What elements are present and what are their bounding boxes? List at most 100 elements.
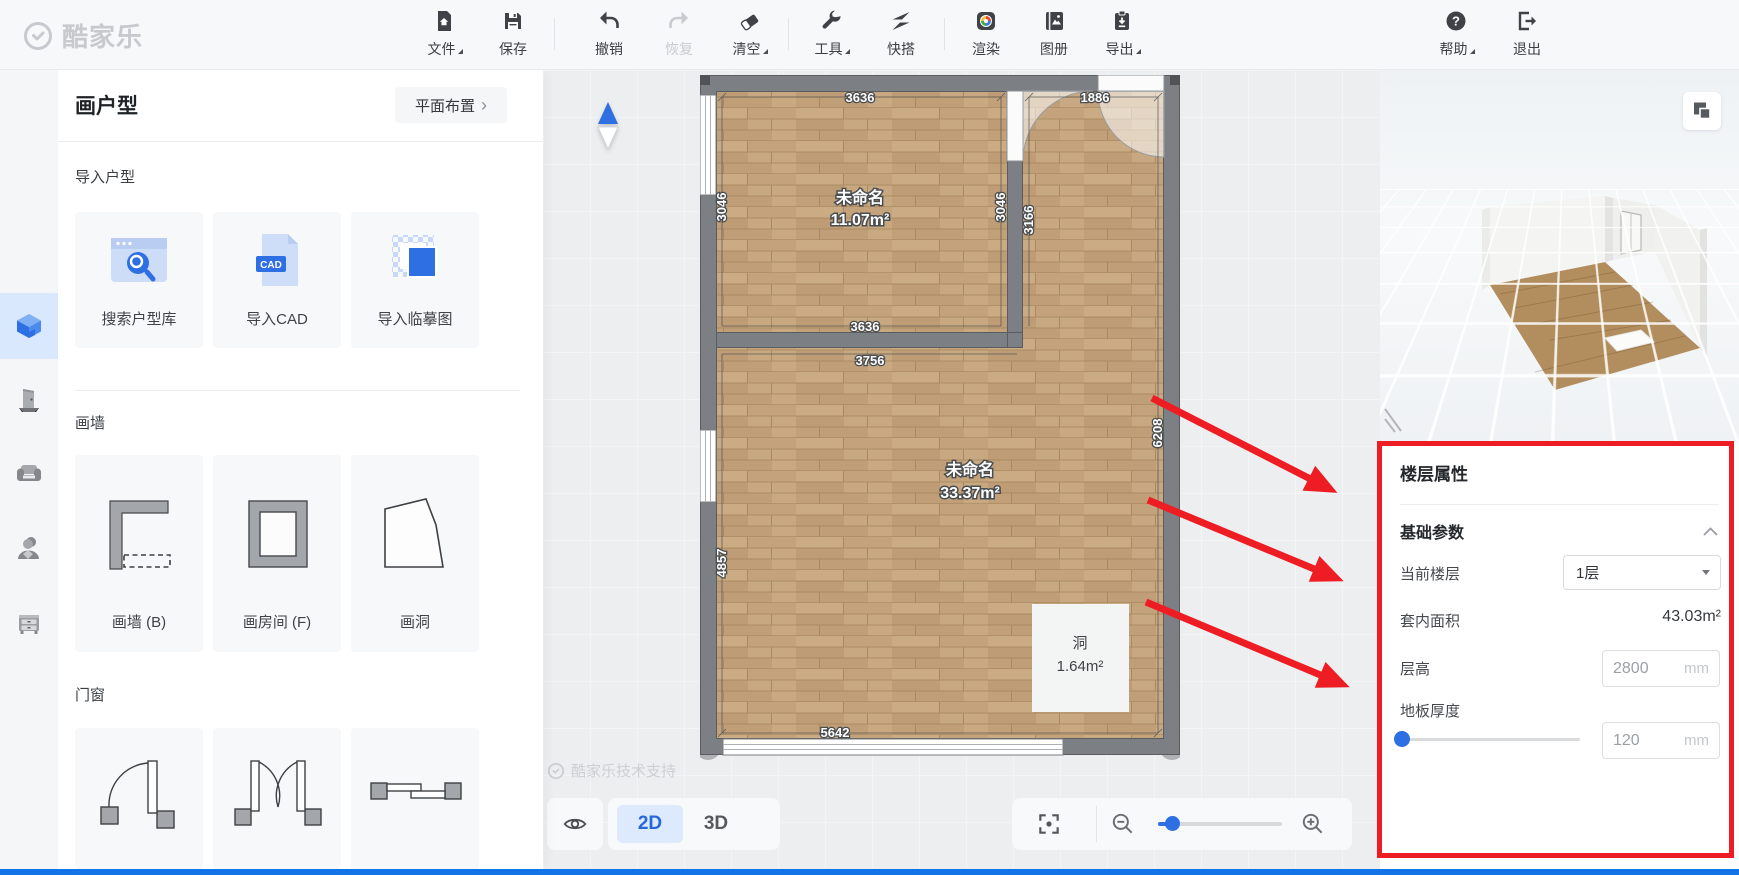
divider [58,141,543,142]
redo-button[interactable]: 恢复 [650,9,708,59]
tools-button[interactable]: 工具 [802,9,860,59]
floor-thickness-slider-track[interactable] [1398,738,1580,741]
floor-height-input[interactable] [1613,660,1671,678]
card-single-door[interactable] [75,728,203,869]
toolbar-separator [554,18,555,50]
toolbar-separator [788,18,789,50]
export-icon [1093,9,1151,36]
svg-text:?: ? [1452,14,1460,29]
draw-wall-icon [75,455,203,611]
card-draw-room[interactable]: 画房间 (F) [213,455,341,652]
sidebar-item-people[interactable] [0,515,58,581]
floorplan-canvas[interactable]: 洞 1.64m² 未命名 11.07m² 未命名 33.37m² 3636 18… [543,70,1380,869]
layout-switch-label: 平面布置 [415,95,475,116]
door-opening[interactable] [1098,75,1164,91]
floor-thickness-slider-knob[interactable] [1394,731,1410,747]
sidebar-item-cabinet[interactable] [0,591,58,657]
eraser-icon [720,9,778,36]
album-button[interactable]: 图册 [1025,9,1083,59]
view-2d-button[interactable]: 2D [617,805,683,843]
preview-resize-handle[interactable] [1383,405,1405,440]
card-draw-hole[interactable]: 画洞 [351,455,479,652]
chevron-up-icon [1702,526,1719,537]
exit-button[interactable]: 退出 [1498,9,1556,59]
divider [1096,806,1097,842]
current-floor-label: 当前楼层 [1400,563,1460,584]
floor-height-unit: mm [1684,660,1709,677]
zoom-out-button[interactable] [1110,811,1136,842]
current-floor-select[interactable]: 1层 [1563,555,1721,590]
clear-caret-icon [763,49,768,54]
sliding-door-icon [351,728,479,858]
door-opening[interactable] [1007,91,1023,161]
watermark-text: 酷家乐技术支持 [571,760,676,781]
sidebar-item-furniture[interactable] [0,441,58,507]
dim-mid-lower: 3756 [856,353,885,368]
collapse-section-button[interactable] [1702,524,1719,542]
floor-thickness-input[interactable] [1613,732,1671,750]
kujiale-logo: 酷家乐 [22,17,143,54]
chevron-right-icon: › [481,96,487,114]
toolbar-separator [944,18,945,50]
eye-icon [562,811,588,837]
tools-caret-icon [845,49,850,54]
door-icon [15,386,43,414]
dim-bottom: 5642 [821,725,850,740]
zoom-in-button[interactable] [1300,811,1326,842]
section-import-title: 导入户型 [75,166,135,187]
zoom-slider-knob[interactable] [1165,816,1180,831]
room2-name[interactable]: 未命名 [945,460,994,479]
section-doors-title: 门窗 [75,684,105,705]
cad-file-icon: CAD [213,212,341,308]
clear-button[interactable]: 清空 [720,9,778,59]
card-import-cad[interactable]: CAD 导入CAD [213,212,341,348]
north-compass-icon[interactable] [595,100,621,155]
card-sliding-door[interactable] [351,728,479,869]
preview-mode-button[interactable] [1683,92,1721,130]
floor-thickness-unit: mm [1684,732,1709,749]
export-button[interactable]: 导出 [1093,9,1151,59]
card-search-floorplan-library[interactable]: 搜索户型库 [75,212,203,348]
window[interactable] [700,430,716,502]
card-draw-wall[interactable]: 画墙 (B) [75,455,203,652]
render-button[interactable]: 渲染 [957,9,1015,59]
floor-height-label: 层高 [1400,658,1430,679]
card-double-door[interactable] [213,728,341,869]
zoom-controls [1012,798,1352,850]
window[interactable] [723,739,1063,755]
floorplan-drawing[interactable]: 洞 1.64m² 未命名 11.07m² 未命名 33.37m² 3636 18… [700,75,1180,765]
dim-top-right: 1886 [1081,90,1110,105]
split-view-icon [1691,100,1713,122]
undo-button[interactable]: 撤销 [580,9,638,59]
file-caret-icon [458,49,463,54]
fit-view-button[interactable] [1030,806,1068,842]
hole-name: 洞 [1072,635,1087,652]
dim-top-left: 3636 [846,90,875,105]
dim-left-upper: 3046 [714,193,729,222]
save-icon [484,9,542,36]
sidebar-item-doors[interactable] [0,367,58,433]
sidebar-item-floorplan[interactable] [0,293,58,359]
person-icon [15,534,43,562]
dim-inner-left: 3046 [993,193,1008,222]
room1-name[interactable]: 未命名 [835,188,884,207]
double-door-icon [213,728,341,858]
save-button[interactable]: 保存 [484,9,542,59]
floorplan-cube-icon [14,311,44,341]
file-button[interactable]: 文件 [415,9,473,59]
card-import-tracing-image[interactable]: 导入临摹图 [351,212,479,348]
help-button[interactable]: ? 帮助 [1427,9,1485,59]
layout-switch-button[interactable]: 平面布置 › [395,87,507,123]
quick-build-button[interactable]: 快搭 [872,9,930,59]
divider [75,390,520,391]
floor-thickness-field: mm [1602,722,1720,759]
3d-preview[interactable] [1380,70,1739,441]
view-3d-button[interactable]: 3D [683,805,749,843]
window[interactable] [700,95,716,195]
section-wall-title: 画墙 [75,412,105,433]
view-mode-toggle: 2D 3D [608,798,780,850]
nightstand-icon [15,610,43,638]
interior-area-value: 43.03m² [1662,608,1721,626]
visibility-button[interactable] [547,798,603,850]
help-caret-icon [1470,49,1475,54]
